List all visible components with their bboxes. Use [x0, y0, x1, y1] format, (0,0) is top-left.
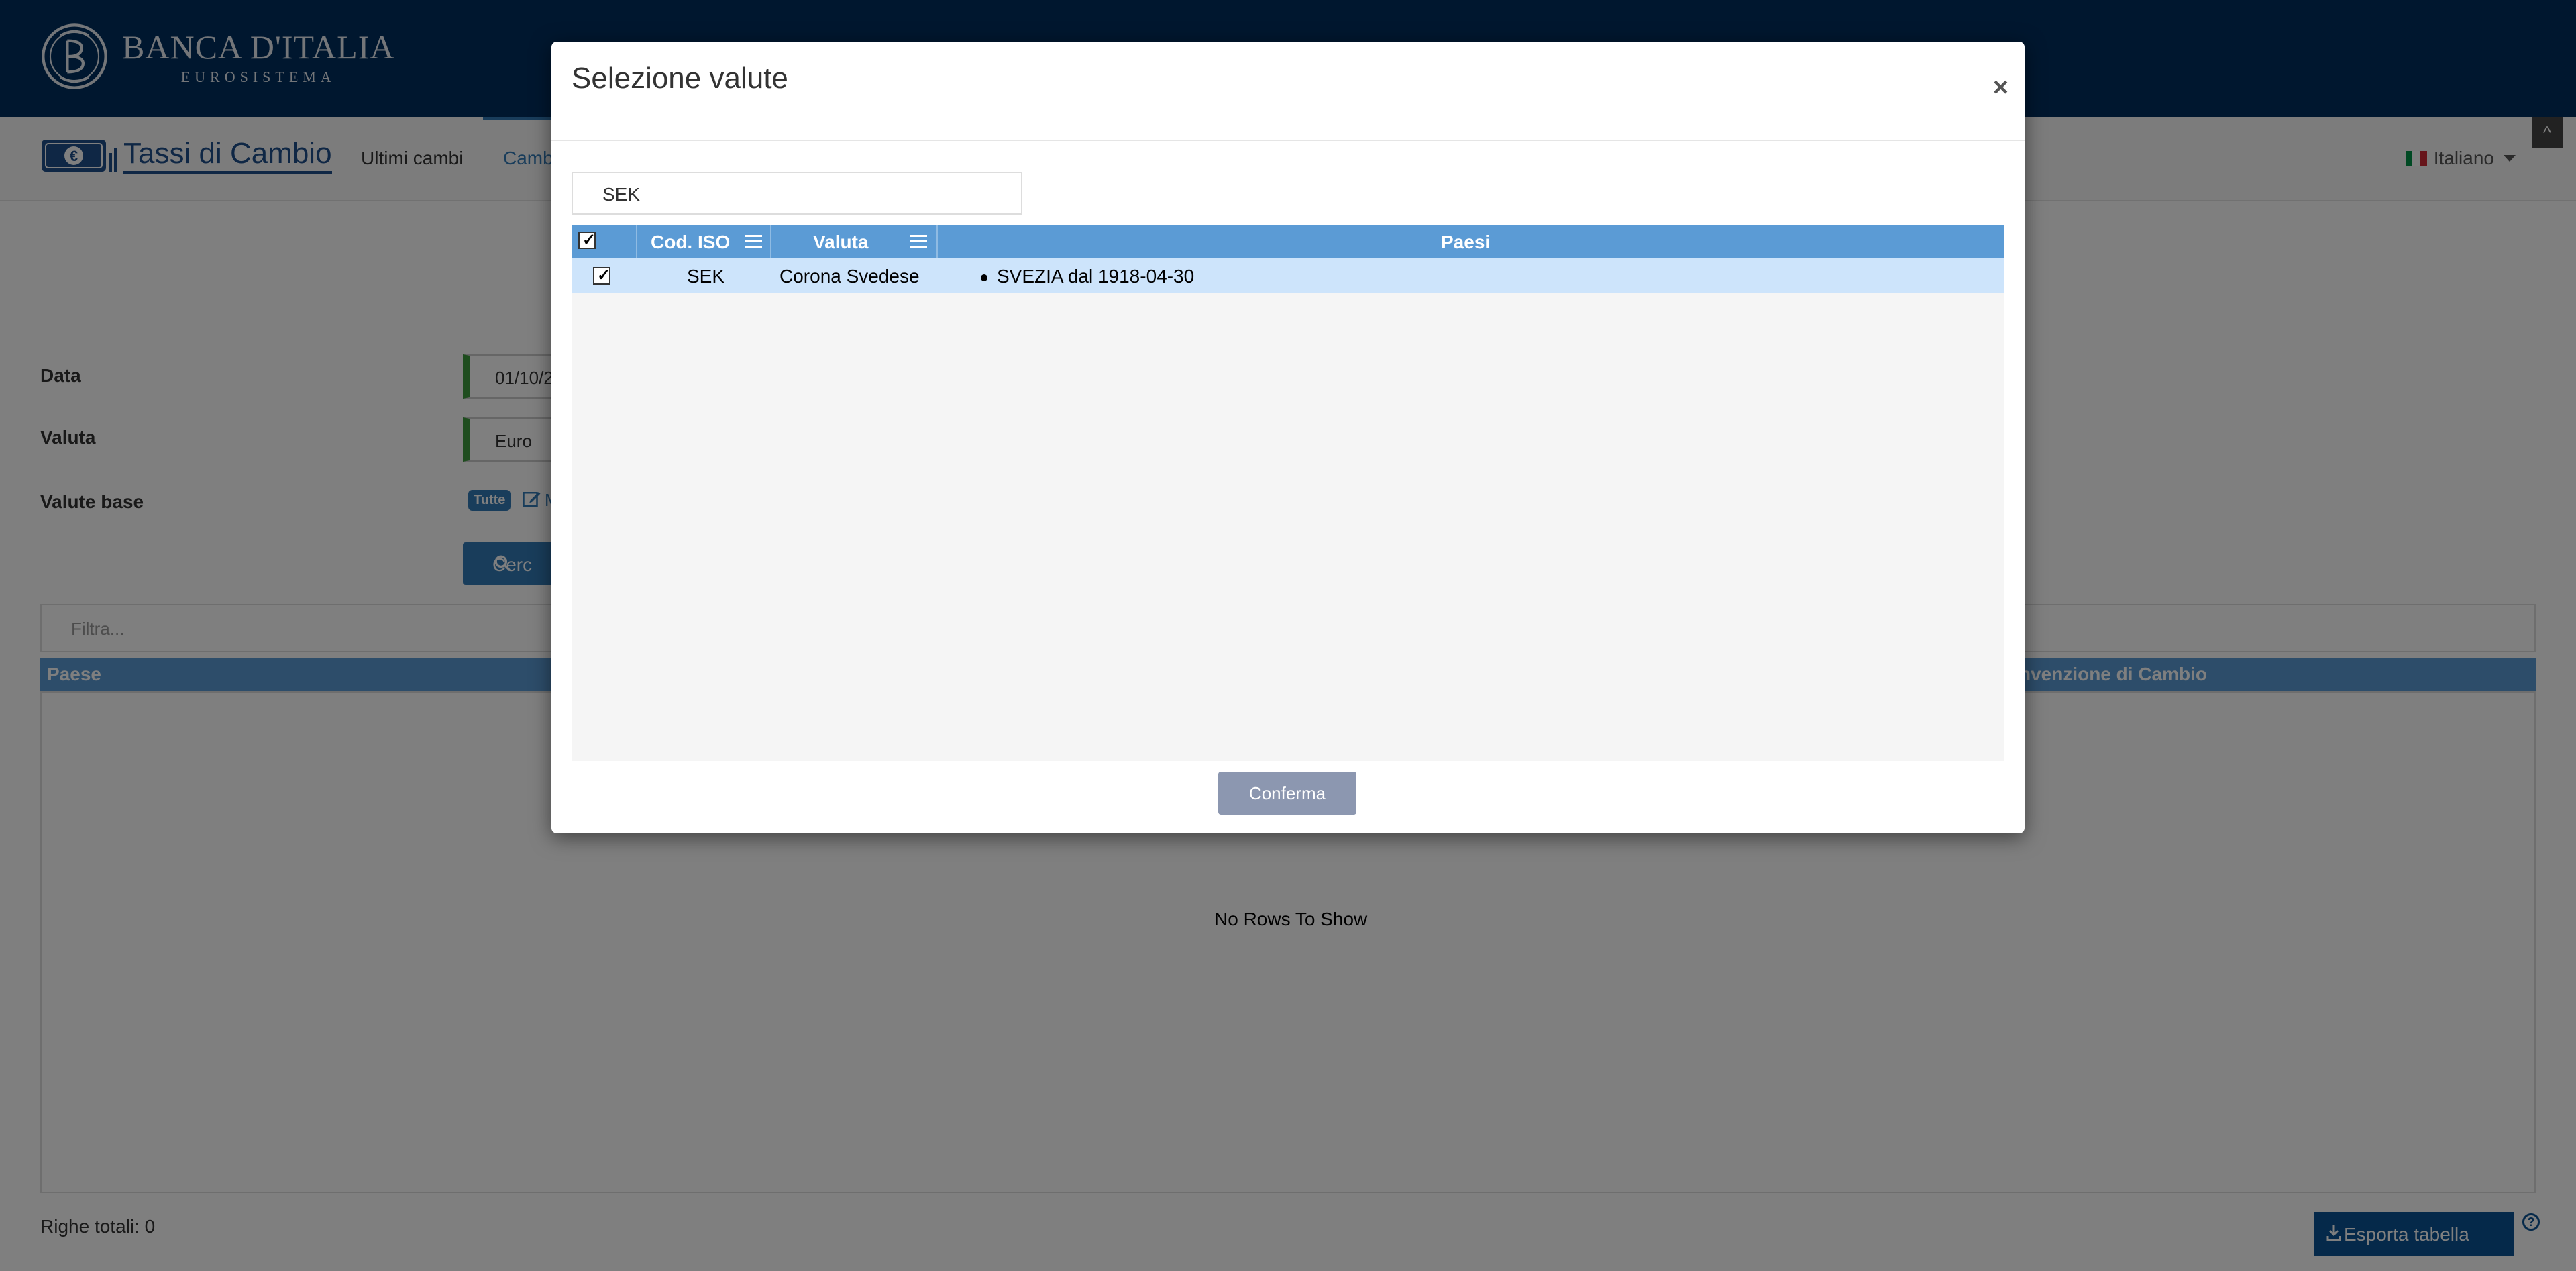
currency-grid-header: ✓ Cod. ISO Valuta Paesi	[572, 225, 2004, 258]
currency-search-input[interactable]: SEK	[572, 172, 1022, 215]
menu-icon[interactable]	[910, 234, 927, 250]
table-row[interactable]: ✓ SEK Corona Svedese SVEZIA dal 1918-04-…	[572, 258, 2004, 293]
col-paesi-label: Paesi	[1441, 232, 1491, 252]
row-valuta: Corona Svedese	[780, 266, 920, 287]
checkbox-icon: ✓	[597, 266, 611, 285]
row-paesi-text: SVEZIA dal 1918-04-30	[997, 266, 1195, 287]
col-paesi[interactable]: Paesi	[938, 225, 2004, 258]
bullet-icon	[981, 274, 987, 281]
select-all-checkbox[interactable]: ✓	[578, 232, 596, 249]
select-all-cell: ✓	[572, 225, 637, 258]
modal-title: Selezione valute	[572, 62, 788, 95]
currency-grid: ✓ Cod. ISO Valuta Paesi ✓ SEK Corona Sve…	[572, 225, 2004, 761]
modal-header: Selezione valute ×	[551, 42, 2025, 141]
conferma-button[interactable]: Conferma	[1218, 772, 1356, 815]
row-paesi: SVEZIA dal 1918-04-30	[981, 266, 1194, 287]
row-checkbox[interactable]: ✓	[593, 267, 610, 285]
selezione-valute-modal: Selezione valute × SEK ✓ Cod. ISO Valuta	[551, 42, 2025, 833]
menu-icon[interactable]	[745, 234, 762, 250]
col-cod-iso-label: Cod. ISO	[651, 232, 731, 252]
col-valuta-label: Valuta	[813, 232, 869, 252]
checkbox-icon: ✓	[582, 231, 596, 249]
row-iso: SEK	[687, 266, 725, 287]
col-valuta[interactable]: Valuta	[771, 225, 938, 258]
col-cod-iso[interactable]: Cod. ISO	[637, 225, 771, 258]
close-icon[interactable]: ×	[1993, 74, 2008, 101]
